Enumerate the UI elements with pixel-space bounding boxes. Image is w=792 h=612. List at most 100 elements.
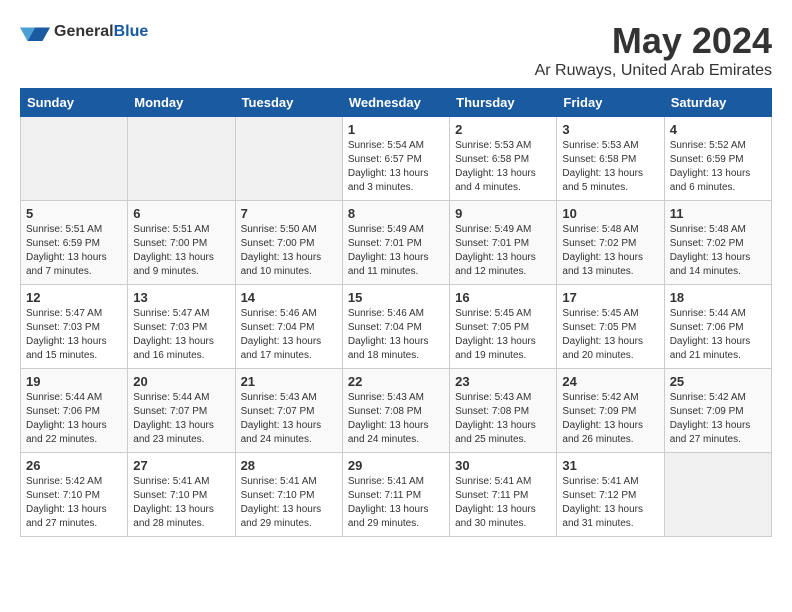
calendar-cell: 8 Sunrise: 5:49 AMSunset: 7:01 PMDaylight… — [342, 201, 449, 285]
day-number: 9 — [455, 206, 551, 221]
calendar-cell: 6 Sunrise: 5:51 AMSunset: 7:00 PMDaylight… — [128, 201, 235, 285]
calendar-cell: 20 Sunrise: 5:44 AMSunset: 7:07 PMDayligh… — [128, 369, 235, 453]
day-info: Sunrise: 5:44 AMSunset: 7:06 PMDaylight:… — [26, 391, 122, 447]
logo: GeneralBlue — [20, 20, 148, 44]
day-info: Sunrise: 5:41 AMSunset: 7:11 PMDaylight:… — [348, 475, 444, 531]
day-info: Sunrise: 5:43 AMSunset: 7:08 PMDaylight:… — [348, 391, 444, 447]
day-number: 14 — [241, 290, 337, 305]
day-number: 22 — [348, 374, 444, 389]
calendar-cell: 9 Sunrise: 5:49 AMSunset: 7:01 PMDaylight… — [450, 201, 557, 285]
day-number: 20 — [133, 374, 229, 389]
day-info: Sunrise: 5:44 AMSunset: 7:07 PMDaylight:… — [133, 391, 229, 447]
day-number: 29 — [348, 458, 444, 473]
calendar-cell: 28 Sunrise: 5:41 AMSunset: 7:10 PMDayligh… — [235, 453, 342, 537]
calendar-cell: 10 Sunrise: 5:48 AMSunset: 7:02 PMDayligh… — [557, 201, 664, 285]
calendar-cell — [664, 453, 771, 537]
day-number: 21 — [241, 374, 337, 389]
day-number: 31 — [562, 458, 658, 473]
calendar-cell: 7 Sunrise: 5:50 AMSunset: 7:00 PMDaylight… — [235, 201, 342, 285]
calendar-cell: 21 Sunrise: 5:43 AMSunset: 7:07 PMDayligh… — [235, 369, 342, 453]
day-number: 26 — [26, 458, 122, 473]
calendar-cell: 19 Sunrise: 5:44 AMSunset: 7:06 PMDayligh… — [21, 369, 128, 453]
day-info: Sunrise: 5:47 AMSunset: 7:03 PMDaylight:… — [26, 307, 122, 363]
calendar-cell: 3 Sunrise: 5:53 AMSunset: 6:58 PMDaylight… — [557, 117, 664, 201]
title-block: May 2024 Ar Ruways, United Arab Emirates — [535, 20, 772, 80]
calendar-cell: 18 Sunrise: 5:44 AMSunset: 7:06 PMDayligh… — [664, 285, 771, 369]
day-number: 19 — [26, 374, 122, 389]
day-info: Sunrise: 5:48 AMSunset: 7:02 PMDaylight:… — [670, 223, 766, 279]
header-sunday: Sunday — [21, 89, 128, 117]
calendar-cell: 15 Sunrise: 5:46 AMSunset: 7:04 PMDayligh… — [342, 285, 449, 369]
day-info: Sunrise: 5:46 AMSunset: 7:04 PMDaylight:… — [348, 307, 444, 363]
day-number: 12 — [26, 290, 122, 305]
header-saturday: Saturday — [664, 89, 771, 117]
calendar-cell: 24 Sunrise: 5:42 AMSunset: 7:09 PMDayligh… — [557, 369, 664, 453]
logo-general: General — [54, 23, 114, 40]
calendar-cell: 16 Sunrise: 5:45 AMSunset: 7:05 PMDayligh… — [450, 285, 557, 369]
day-info: Sunrise: 5:41 AMSunset: 7:10 PMDaylight:… — [133, 475, 229, 531]
calendar-cell: 4Sunrise: 5:52 AMSunset: 6:59 PMDaylight… — [664, 117, 771, 201]
calendar-cell: 12 Sunrise: 5:47 AMSunset: 7:03 PMDayligh… — [21, 285, 128, 369]
day-info: Sunrise: 5:53 AMSunset: 6:58 PMDaylight:… — [562, 139, 658, 195]
day-info: Sunrise: 5:42 AMSunset: 7:09 PMDaylight:… — [562, 391, 658, 447]
header-wednesday: Wednesday — [342, 89, 449, 117]
day-number: 3 — [562, 122, 658, 137]
day-number: 8 — [348, 206, 444, 221]
header-thursday: Thursday — [450, 89, 557, 117]
calendar-week-2: 5Sunrise: 5:51 AMSunset: 6:59 PMDaylight… — [21, 201, 772, 285]
day-info: Sunrise: 5:50 AMSunset: 7:00 PMDaylight:… — [241, 223, 337, 279]
day-info: Sunrise: 5:43 AMSunset: 7:07 PMDaylight:… — [241, 391, 337, 447]
day-number: 10 — [562, 206, 658, 221]
day-number: 1 — [348, 122, 444, 137]
day-number: 28 — [241, 458, 337, 473]
calendar-cell: 17 Sunrise: 5:45 AMSunset: 7:05 PMDayligh… — [557, 285, 664, 369]
day-info: Sunrise: 5:45 AMSunset: 7:05 PMDaylight:… — [562, 307, 658, 363]
day-number: 11 — [670, 206, 766, 221]
day-number: 2 — [455, 122, 551, 137]
logo-blue: Blue — [114, 23, 149, 40]
day-number: 15 — [348, 290, 444, 305]
day-number: 17 — [562, 290, 658, 305]
calendar-cell: 25 Sunrise: 5:42 AMSunset: 7:09 PMDayligh… — [664, 369, 771, 453]
day-number: 25 — [670, 374, 766, 389]
day-number: 27 — [133, 458, 229, 473]
day-info: Sunrise: 5:41 AMSunset: 7:12 PMDaylight:… — [562, 475, 658, 531]
calendar-cell: 14Sunrise: 5:46 AMSunset: 7:04 PMDayligh… — [235, 285, 342, 369]
day-number: 7 — [241, 206, 337, 221]
day-number: 5 — [26, 206, 122, 221]
day-info: Sunrise: 5:48 AMSunset: 7:02 PMDaylight:… — [562, 223, 658, 279]
calendar-cell — [21, 117, 128, 201]
calendar-cell: 11 Sunrise: 5:48 AMSunset: 7:02 PMDayligh… — [664, 201, 771, 285]
calendar-week-3: 12 Sunrise: 5:47 AMSunset: 7:03 PMDayligh… — [21, 285, 772, 369]
day-number: 16 — [455, 290, 551, 305]
day-info: Sunrise: 5:45 AMSunset: 7:05 PMDaylight:… — [455, 307, 551, 363]
day-info: Sunrise: 5:41 AMSunset: 7:10 PMDaylight:… — [241, 475, 337, 531]
day-info: Sunrise: 5:53 AMSunset: 6:58 PMDaylight:… — [455, 139, 551, 195]
calendar-cell: 22 Sunrise: 5:43 AMSunset: 7:08 PMDayligh… — [342, 369, 449, 453]
calendar-cell: 23Sunrise: 5:43 AMSunset: 7:08 PMDayligh… — [450, 369, 557, 453]
day-number: 24 — [562, 374, 658, 389]
day-info: Sunrise: 5:51 AMSunset: 7:00 PMDaylight:… — [133, 223, 229, 279]
day-number: 30 — [455, 458, 551, 473]
calendar-cell: 31 Sunrise: 5:41 AMSunset: 7:12 PMDayligh… — [557, 453, 664, 537]
header-tuesday: Tuesday — [235, 89, 342, 117]
calendar-week-1: 1Sunrise: 5:54 AMSunset: 6:57 PMDaylight… — [21, 117, 772, 201]
calendar-cell: 2 Sunrise: 5:53 AMSunset: 6:58 PMDaylight… — [450, 117, 557, 201]
calendar-cell: 1Sunrise: 5:54 AMSunset: 6:57 PMDaylight… — [342, 117, 449, 201]
day-number: 6 — [133, 206, 229, 221]
day-info: Sunrise: 5:42 AMSunset: 7:10 PMDaylight:… — [26, 475, 122, 531]
calendar-header-row: SundayMondayTuesdayWednesdayThursdayFrid… — [21, 89, 772, 117]
day-number: 13 — [133, 290, 229, 305]
calendar-cell — [235, 117, 342, 201]
calendar-cell: 27 Sunrise: 5:41 AMSunset: 7:10 PMDayligh… — [128, 453, 235, 537]
day-info: Sunrise: 5:44 AMSunset: 7:06 PMDaylight:… — [670, 307, 766, 363]
day-info: Sunrise: 5:47 AMSunset: 7:03 PMDaylight:… — [133, 307, 229, 363]
day-info: Sunrise: 5:42 AMSunset: 7:09 PMDaylight:… — [670, 391, 766, 447]
day-info: Sunrise: 5:49 AMSunset: 7:01 PMDaylight:… — [455, 223, 551, 279]
calendar-cell: 30Sunrise: 5:41 AMSunset: 7:11 PMDayligh… — [450, 453, 557, 537]
page-header: GeneralBlue May 2024 Ar Ruways, United A… — [20, 20, 772, 80]
day-number: 18 — [670, 290, 766, 305]
calendar-cell — [128, 117, 235, 201]
logo-icon — [20, 20, 50, 44]
day-info: Sunrise: 5:49 AMSunset: 7:01 PMDaylight:… — [348, 223, 444, 279]
